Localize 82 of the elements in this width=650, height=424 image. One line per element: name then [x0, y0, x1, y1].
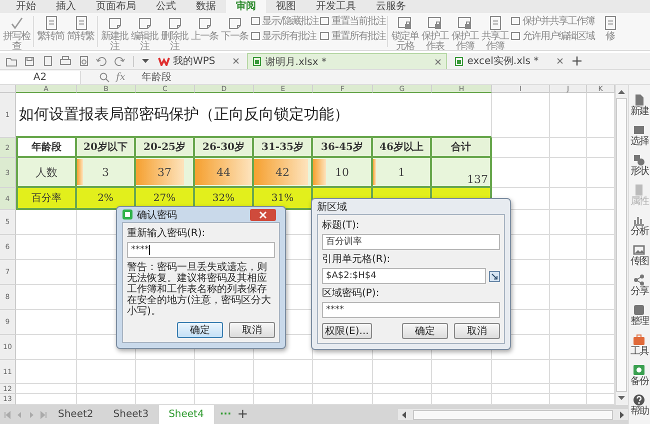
dialog-button[interactable]: 取消 [229, 322, 275, 338]
ribbon-button[interactable]: 共享工作簿 [480, 15, 510, 50]
document-tab[interactable]: 谢明月.xlsx * [247, 53, 448, 70]
table-cell: 31-35岁 [254, 138, 313, 158]
menu-tab[interactable]: 插入 [46, 0, 86, 13]
dialog-button[interactable]: 取消 [454, 323, 500, 339]
menu-tab[interactable]: 开发工具 [306, 0, 366, 13]
cell-text: 37 [158, 166, 172, 178]
ribbon-button[interactable]: 显示所有批注 [250, 31, 318, 42]
password-field[interactable]: **** [127, 242, 275, 258]
ribbon-button[interactable]: 锁定单元格 [390, 15, 420, 50]
ribbon-button[interactable]: 拼写检查 [2, 15, 31, 50]
sheet-tab[interactable]: Sheet2 [48, 405, 104, 424]
field-label: 区域密码(P): [322, 286, 380, 300]
ribbon-button[interactable]: 修 [595, 15, 624, 42]
menu-tab[interactable]: 审阅 [226, 0, 266, 13]
ribbon-button[interactable]: 保护工作表 [420, 15, 450, 50]
side-panel-button[interactable]: 选择 [630, 121, 648, 150]
ribbon-button[interactable]: 下一条 [220, 15, 249, 42]
menu-tab[interactable]: 云服务 [366, 0, 416, 13]
ribbon-button[interactable]: 保护工作簿 [450, 15, 480, 50]
side-panel-button[interactable]: 新建 [630, 91, 648, 120]
dialog-button[interactable]: 确定 [402, 323, 448, 339]
cell-text: 42 [276, 166, 290, 178]
side-panel-button[interactable]: 帮助 [630, 391, 648, 420]
ribbon-button[interactable]: 重置所有批注 [319, 31, 386, 42]
table-cell: 百分率 [16, 188, 77, 210]
table-cell: 137 [432, 158, 492, 188]
table-cell: 年龄段 [16, 138, 77, 158]
ribbon-button[interactable]: 保护并共享工作簿 [510, 16, 594, 27]
side-panel-button[interactable]: 分析 [630, 211, 648, 240]
ribbon-button[interactable]: 编辑批注 [130, 15, 159, 50]
field-label: 标题(T): [322, 218, 360, 232]
side-panel-button[interactable]: 传图 [630, 241, 648, 270]
cell-text: 10 [335, 166, 349, 178]
ribbon-button[interactable]: 上一条 [190, 15, 219, 42]
input-field[interactable]: 百分训率 [322, 234, 500, 250]
ribbon-button[interactable]: 重置当前批注 [319, 16, 386, 27]
function-button[interactable]: fx [116, 72, 126, 83]
add-sheet-button[interactable]: + [237, 407, 248, 422]
warning-text: 警告：密码一旦丢失或遗忘，则无法恢复。建议将密码及其相应工作簿和工作表名称的列表保存在安全的地方(注意，密码区分大小写)。 [127, 262, 272, 317]
cell-text: 1 [398, 166, 405, 178]
dialog-title: 新区域 [317, 200, 348, 214]
field-label: 引用单元格(R): [322, 252, 392, 266]
sheet-tab[interactable]: Sheet4 [158, 405, 214, 424]
ribbon-button[interactable]: 删除批注 [160, 15, 189, 50]
input-field[interactable]: $A$2:$H$4 [322, 268, 486, 284]
ribbon-button[interactable]: 新建批注 [100, 15, 129, 50]
table-cell: 2% [77, 188, 136, 210]
ribbon-button[interactable]: 显示/隐藏批注 [250, 16, 318, 27]
side-panel-button[interactable]: 备份 [630, 361, 648, 390]
cell-text: 44 [216, 166, 230, 178]
table-cell: 46岁以上 [373, 138, 432, 158]
dialog-title: 确认密码 [137, 208, 178, 222]
side-panel-button[interactable]: 工具 [630, 331, 648, 360]
menu-tab[interactable]: 数据 [186, 0, 226, 13]
table-cell: 人数 [16, 158, 77, 188]
ribbon-button[interactable]: 简转繁 [66, 15, 95, 42]
table-cell: 26-30岁 [195, 138, 254, 158]
ribbon-button[interactable]: 允许用户编辑区域 [510, 31, 594, 42]
more-sheets-button[interactable]: ··· [220, 409, 232, 420]
menu-tab[interactable]: 视图 [266, 0, 306, 13]
table-cell: 合计 [432, 138, 492, 158]
table-cell: 20岁以下 [77, 138, 136, 158]
menu-tab[interactable]: 页面布局 [86, 0, 146, 13]
document-tab[interactable]: 我的WPS [154, 54, 244, 69]
name-box[interactable]: A2 [0, 70, 81, 84]
table-cell: 20-25岁 [136, 138, 195, 158]
menu-tab[interactable]: 公式 [146, 0, 186, 13]
side-panel-button[interactable]: 整理 [630, 301, 648, 330]
document-tab[interactable]: excel实例.xls * [450, 54, 568, 69]
menu-tab[interactable]: 开始 [6, 0, 46, 13]
sheet-tab[interactable]: Sheet3 [103, 405, 159, 424]
side-panel-button[interactable]: 分享 [630, 271, 648, 300]
field-label: 重新输入密码(R): [127, 226, 206, 240]
cell-text: 3 [102, 166, 109, 178]
ribbon-button[interactable]: 繁转简 [36, 15, 65, 42]
side-panel-button[interactable]: 形状 [630, 151, 648, 180]
input-field[interactable]: **** [322, 302, 500, 318]
dialog-button[interactable]: 权限(E)... [322, 323, 372, 339]
table-cell: 36-45岁 [313, 138, 373, 158]
dialog-button[interactable]: 确定 [177, 322, 223, 338]
